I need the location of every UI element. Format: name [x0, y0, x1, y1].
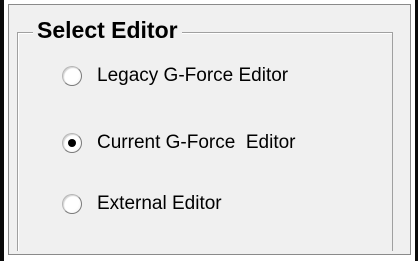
- radio-label-legacy-editor[interactable]: Legacy G-Force Editor: [97, 65, 288, 87]
- radio-selected-dot-icon: [68, 139, 76, 147]
- radio-option-external-editor[interactable]: External Editor: [62, 189, 222, 219]
- radio-label-current-editor[interactable]: Current G-Force Editor: [97, 132, 296, 154]
- radio-unchecked-icon[interactable]: [62, 66, 82, 86]
- radio-option-current-editor[interactable]: Current G-Force Editor: [62, 128, 296, 158]
- radio-checked-icon[interactable]: [62, 133, 82, 153]
- groupbox-title: Select Editor: [33, 15, 182, 45]
- radio-unchecked-icon[interactable]: [62, 194, 82, 214]
- radio-option-legacy-editor[interactable]: Legacy G-Force Editor: [62, 61, 288, 91]
- radio-label-external-editor[interactable]: External Editor: [97, 193, 222, 215]
